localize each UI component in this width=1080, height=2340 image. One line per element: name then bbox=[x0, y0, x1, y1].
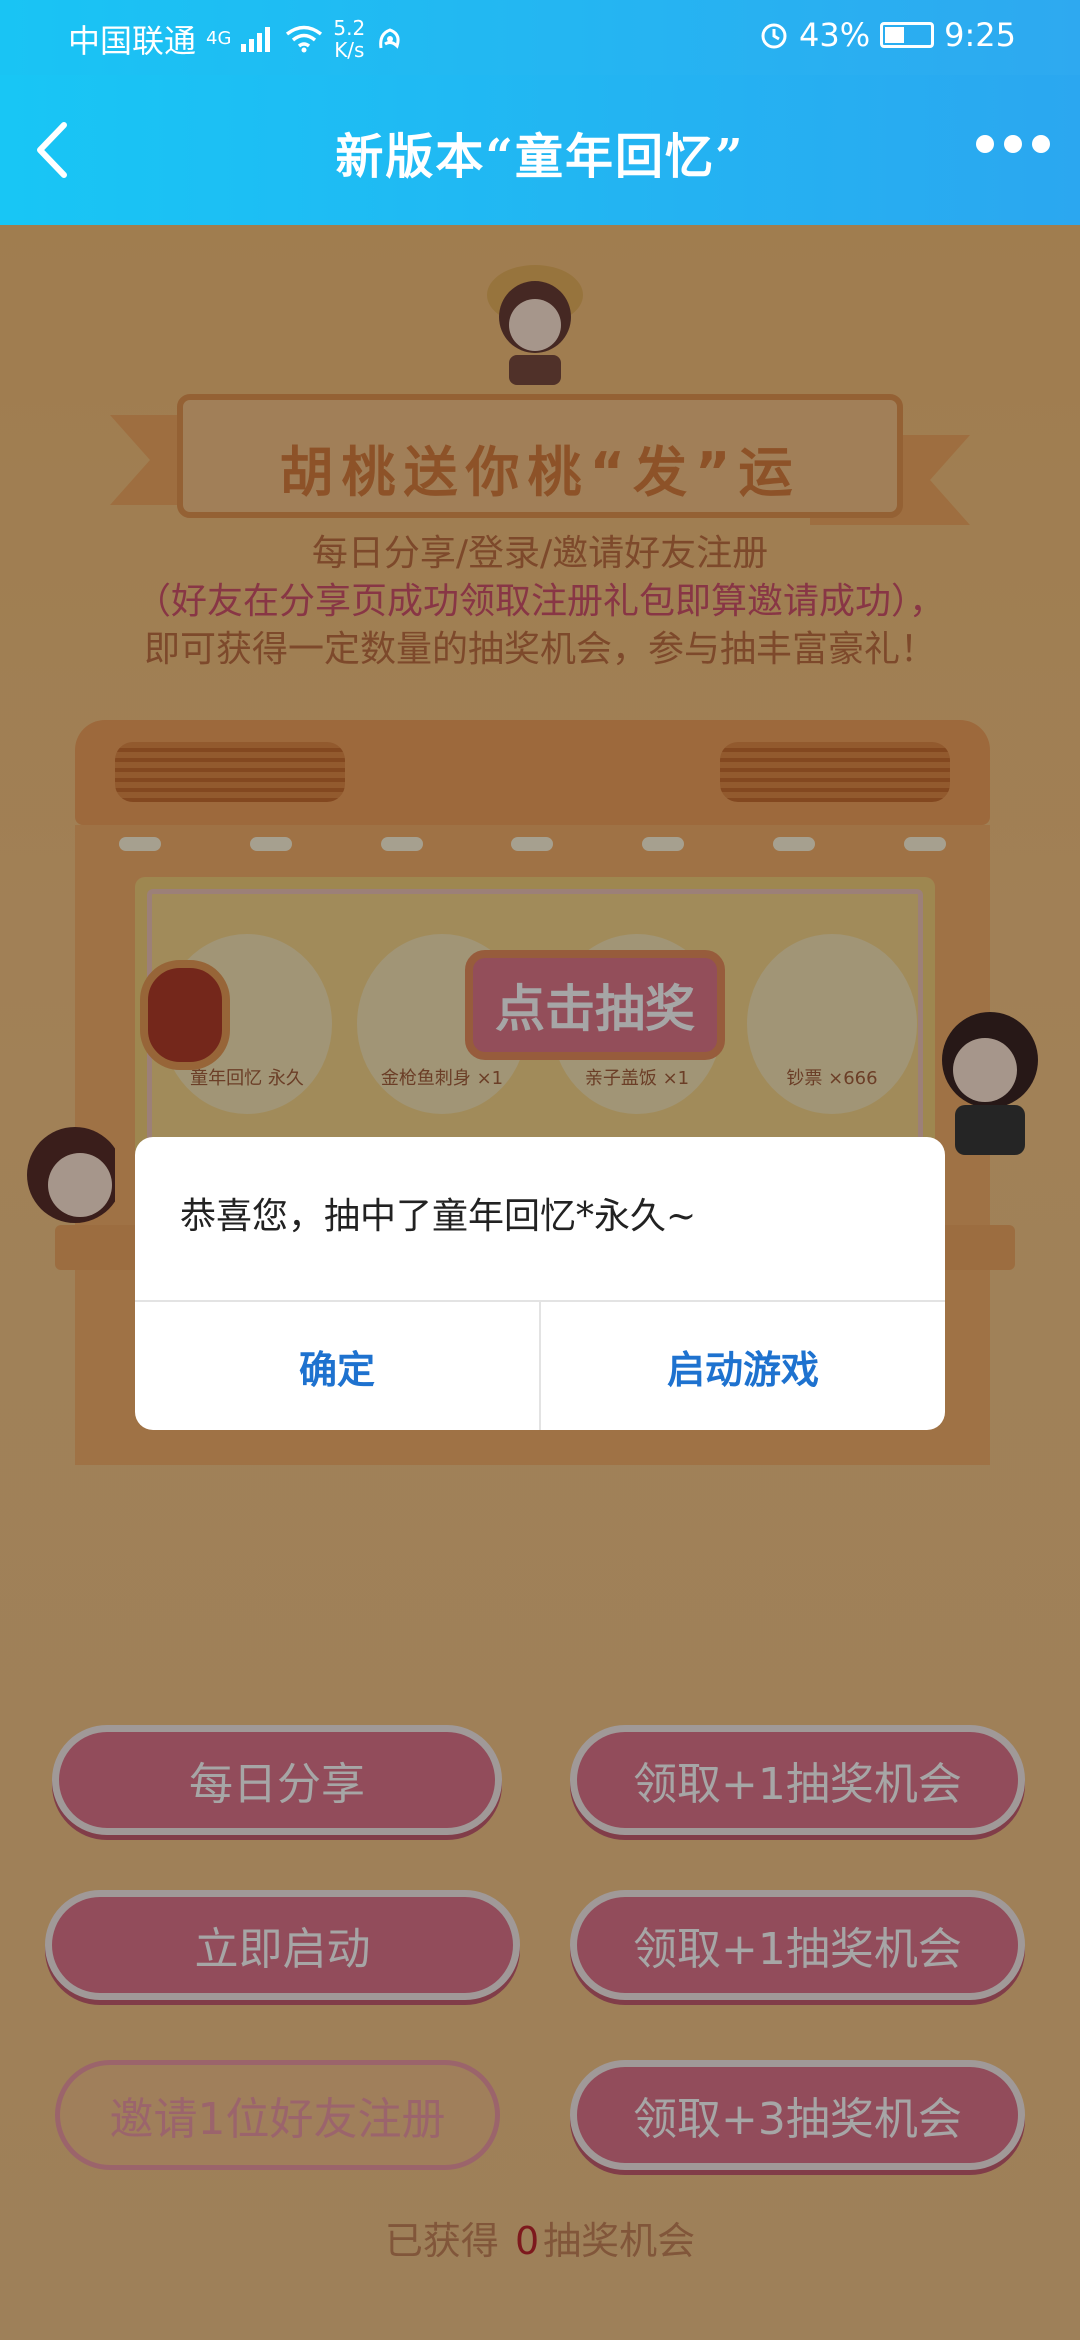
confirm-button[interactable]: 确定 bbox=[135, 1302, 539, 1430]
nav-bar: 新版本“童年回忆” bbox=[0, 75, 1080, 225]
network-type: 4G bbox=[206, 28, 232, 49]
alarm-icon bbox=[761, 23, 787, 49]
signal-icon bbox=[241, 27, 271, 52]
launch-game-button[interactable]: 启动游戏 bbox=[541, 1302, 945, 1430]
status-bar: 中国联通 4G 5.2 K/s 43% 9:25 bbox=[0, 0, 1080, 75]
network-speed: 5.2 K/s bbox=[333, 16, 366, 62]
wifi-icon bbox=[286, 25, 323, 53]
more-options-icon[interactable] bbox=[976, 135, 1050, 153]
clock: 9:25 bbox=[944, 16, 1016, 54]
battery-icon bbox=[880, 22, 935, 48]
result-dialog: 恭喜您，抽中了童年回忆*永久~ 确定 启动游戏 bbox=[135, 1137, 945, 1430]
page-title: 新版本“童年回忆” bbox=[335, 129, 745, 185]
app-notification-icon bbox=[379, 28, 400, 49]
battery-percent: 43% bbox=[799, 16, 871, 54]
carrier-name: 中国联通 bbox=[68, 22, 197, 60]
dialog-message: 恭喜您，抽中了童年回忆*永久~ bbox=[180, 1196, 697, 1237]
